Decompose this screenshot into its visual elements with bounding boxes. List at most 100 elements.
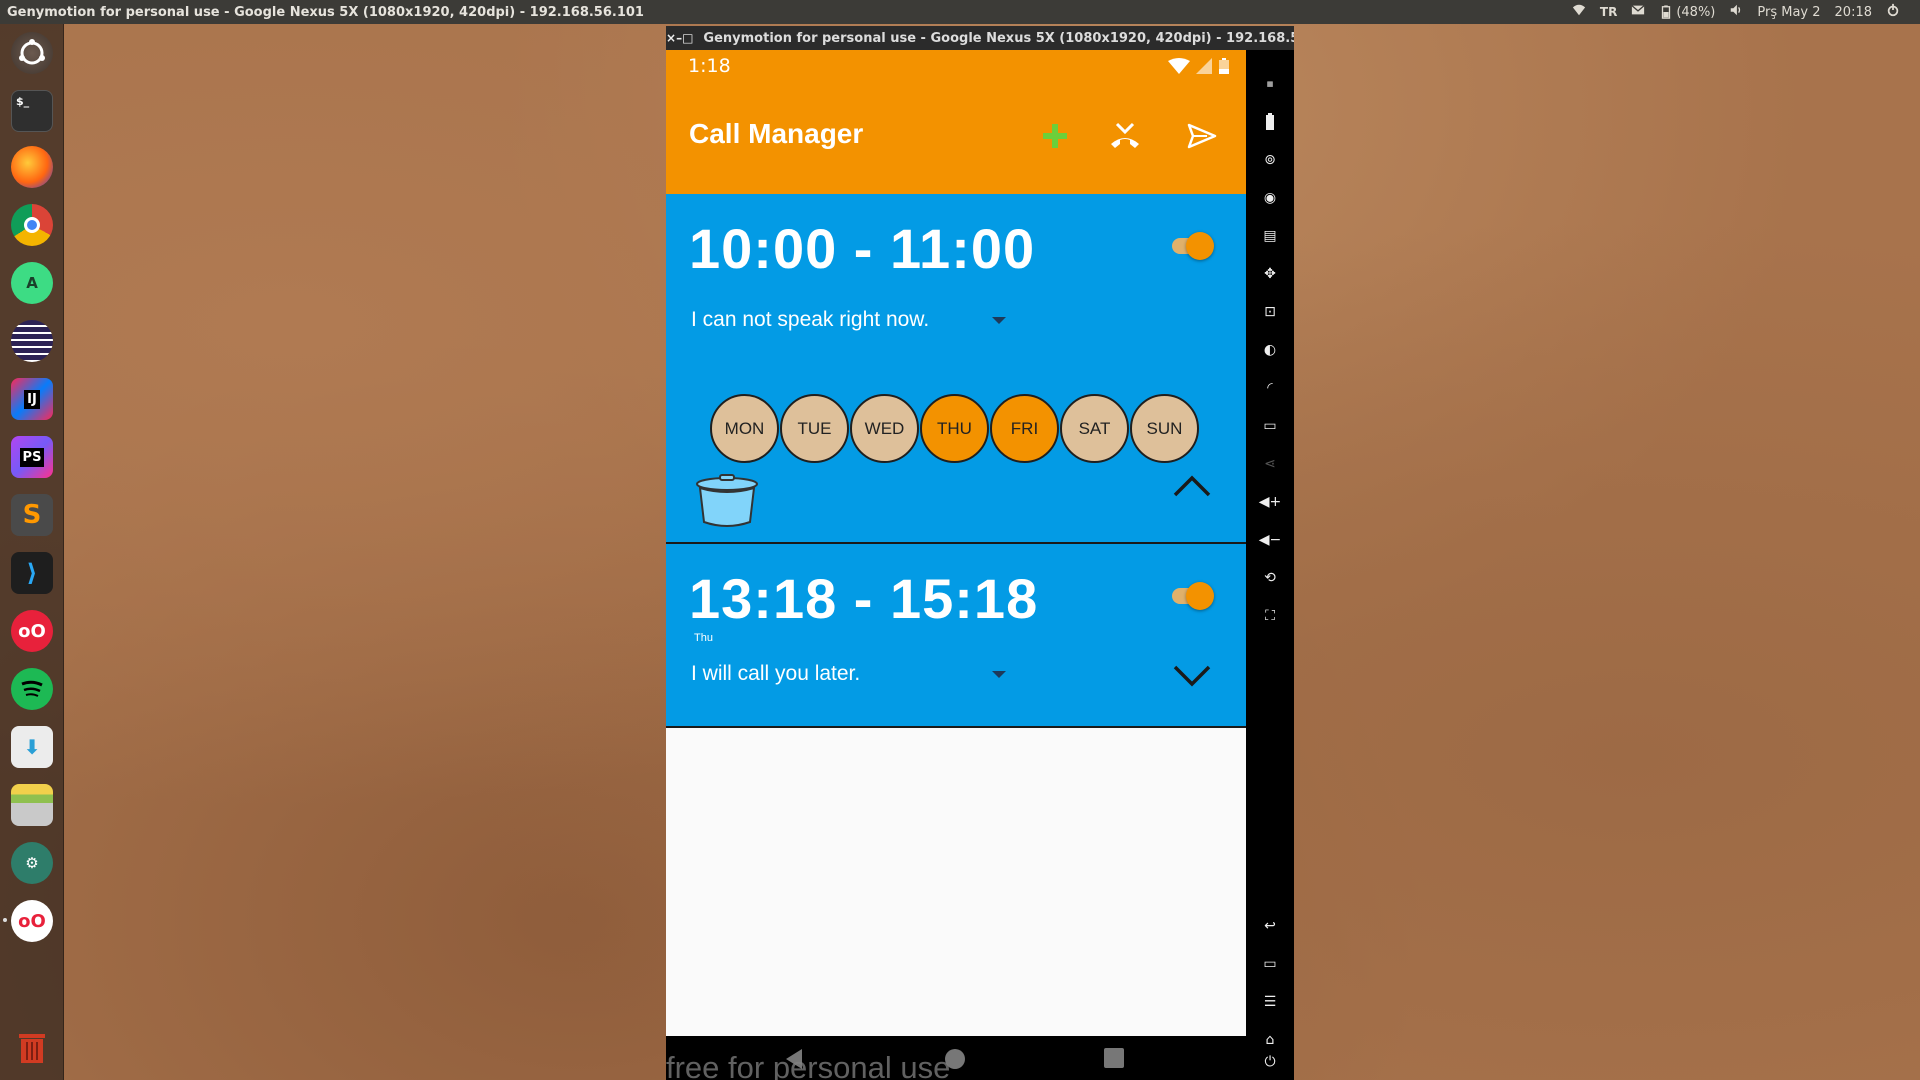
disk-io-widget-button[interactable]: ◐: [1258, 338, 1282, 362]
menu-icon: ☰: [1263, 994, 1277, 1010]
pixel-perfect-button[interactable]: ⛶: [1258, 604, 1282, 628]
message-dropdown-value: I can not speak right now.: [691, 308, 930, 331]
archive-manager-launcher[interactable]: [9, 782, 55, 828]
spotify-launcher[interactable]: [9, 666, 55, 712]
day-toggle-mon[interactable]: MON: [710, 394, 779, 463]
phpstorm-launcher[interactable]: PS: [9, 434, 55, 480]
dropdown-caret-icon: [992, 317, 1006, 324]
download-bag-icon: ⬇: [11, 726, 53, 768]
date-label[interactable]: Prş May 2: [1757, 5, 1820, 20]
message-dropdown[interactable]: I will call you later.: [691, 658, 1006, 690]
volume-icon[interactable]: [1729, 3, 1743, 21]
open-gapps-button[interactable]: ▦: [1258, 72, 1282, 96]
back-button[interactable]: ↩: [1258, 914, 1282, 938]
terminal-launcher[interactable]: $_: [9, 88, 55, 134]
power-button[interactable]: ⏻: [1258, 1050, 1282, 1074]
rule-card[interactable]: 10:00 - 11:00 I can not speak right now.…: [666, 194, 1246, 544]
intellij-launcher[interactable]: IJ: [9, 376, 55, 422]
wifi-icon[interactable]: [1572, 3, 1586, 21]
day-toggle-tue[interactable]: TUE: [780, 394, 849, 463]
close-window-button[interactable]: ×: [666, 31, 676, 45]
collapse-chevron-icon[interactable]: [1172, 474, 1212, 498]
webcam-widget-button[interactable]: ◉: [1258, 186, 1282, 210]
app-title: Call Manager: [689, 118, 864, 149]
rule-enabled-switch[interactable]: [1168, 232, 1214, 260]
battery-icon: [1662, 5, 1671, 19]
flickr-app-launcher[interactable]: oO: [9, 608, 55, 654]
system-tool-launcher[interactable]: ⚙: [9, 840, 55, 886]
home-button[interactable]: ⌂: [1258, 1028, 1282, 1052]
battery-percent: (48%): [1676, 4, 1716, 20]
clock-label[interactable]: 20:18: [1835, 5, 1872, 20]
sms-widget-button[interactable]: ▭: [1258, 414, 1282, 438]
keyboard-layout-indicator[interactable]: TR: [1600, 5, 1617, 19]
eclipse-launcher[interactable]: [9, 318, 55, 364]
message-dropdown[interactable]: I can not speak right now.: [691, 304, 1006, 336]
disk-icon: ◐: [1263, 342, 1277, 358]
vscode-icon: ⟩: [11, 552, 53, 594]
switch-thumb: [1186, 582, 1214, 610]
app-toolbar: Call Manager: [666, 82, 1246, 194]
volume-down-button[interactable]: ◀−: [1258, 528, 1282, 552]
battery-widget-button[interactable]: [1258, 110, 1282, 134]
switch-thumb: [1186, 232, 1214, 260]
rule-card[interactable]: 13:18 - 15:18 Thu I will call you later.: [666, 544, 1246, 728]
network-widget-button[interactable]: ◜: [1258, 376, 1282, 400]
day-toggle-sat[interactable]: SAT: [1060, 394, 1129, 463]
rss-icon: ◜: [1267, 380, 1273, 396]
day-toggle-fri[interactable]: FRI: [990, 394, 1059, 463]
ubuntu-logo-icon: [11, 32, 53, 74]
missed-calls-button[interactable]: [1103, 114, 1147, 158]
nav-recents-icon[interactable]: [1104, 1048, 1124, 1068]
mail-icon[interactable]: [1631, 3, 1645, 21]
rule-enabled-switch[interactable]: [1168, 582, 1214, 610]
active-window-title: Genymotion for personal use - Google Nex…: [7, 4, 644, 20]
identifiers-widget-button[interactable]: ⊡: [1258, 300, 1282, 324]
day-toggle-wed[interactable]: WED: [850, 394, 919, 463]
id-card-icon: ⊡: [1264, 304, 1276, 320]
personal-use-watermark: free for personal use: [666, 1050, 951, 1080]
add-rule-button[interactable]: [1033, 114, 1077, 158]
share-button[interactable]: ⋖: [1258, 452, 1282, 476]
power-icon: ⏻: [1264, 1054, 1276, 1070]
send-button[interactable]: [1180, 114, 1224, 158]
screencast-widget-button[interactable]: ▤: [1258, 224, 1282, 248]
rotate-button[interactable]: ⟲: [1258, 566, 1282, 590]
recent-apps-icon: ▭: [1263, 956, 1277, 972]
day-toggle-sun[interactable]: SUN: [1130, 394, 1199, 463]
trash-launcher[interactable]: [9, 1024, 55, 1070]
day-toggle-thu[interactable]: THU: [920, 394, 989, 463]
battery-indicator[interactable]: (48%): [1659, 5, 1715, 20]
power-gear-icon[interactable]: [1886, 3, 1900, 21]
sublime-text-launcher[interactable]: S: [9, 492, 55, 538]
volume-up-icon: ◀+: [1258, 494, 1282, 510]
ubuntu-dash-button[interactable]: [9, 30, 55, 76]
rule-days-summary: Thu: [694, 632, 713, 644]
sublime-text-icon: S: [11, 494, 53, 536]
menu-button[interactable]: ☰: [1258, 990, 1282, 1014]
wrench-gear-icon: ⚙: [11, 842, 53, 884]
remote-control-button[interactable]: ✥: [1258, 262, 1282, 286]
rule-time-range[interactable]: 13:18 - 15:18: [689, 566, 1038, 631]
call-end-icon: [1111, 122, 1139, 148]
rule-time-range[interactable]: 10:00 - 11:00: [689, 216, 1035, 281]
expand-chevron-icon[interactable]: [1172, 664, 1212, 688]
android-studio-icon: A: [11, 262, 53, 304]
chrome-launcher[interactable]: [9, 202, 55, 248]
flickr-app-2-launcher[interactable]: oO: [3, 898, 55, 944]
gps-widget-button[interactable]: ⊚: [1258, 148, 1282, 172]
vscode-launcher[interactable]: ⟩: [9, 550, 55, 596]
software-updater-launcher[interactable]: ⬇: [9, 724, 55, 770]
send-icon: [1187, 123, 1217, 149]
emulator-titlebar[interactable]: × – □ Genymotion for personal use - Goog…: [666, 26, 1294, 50]
status-time: 1:18: [688, 55, 731, 77]
phone-screen: 1:18 Call Manager 10:00 - 11:00 I can no…: [666, 50, 1246, 1080]
webcam-icon: ◉: [1263, 190, 1277, 206]
delete-rule-button[interactable]: [694, 474, 760, 528]
maximize-window-button[interactable]: □: [682, 31, 693, 45]
recent-apps-button[interactable]: ▭: [1258, 952, 1282, 976]
android-studio-launcher[interactable]: A: [9, 260, 55, 306]
firefox-launcher[interactable]: [9, 144, 55, 190]
volume-up-button[interactable]: ◀+: [1258, 490, 1282, 514]
clapperboard-icon: ▤: [1263, 228, 1277, 244]
